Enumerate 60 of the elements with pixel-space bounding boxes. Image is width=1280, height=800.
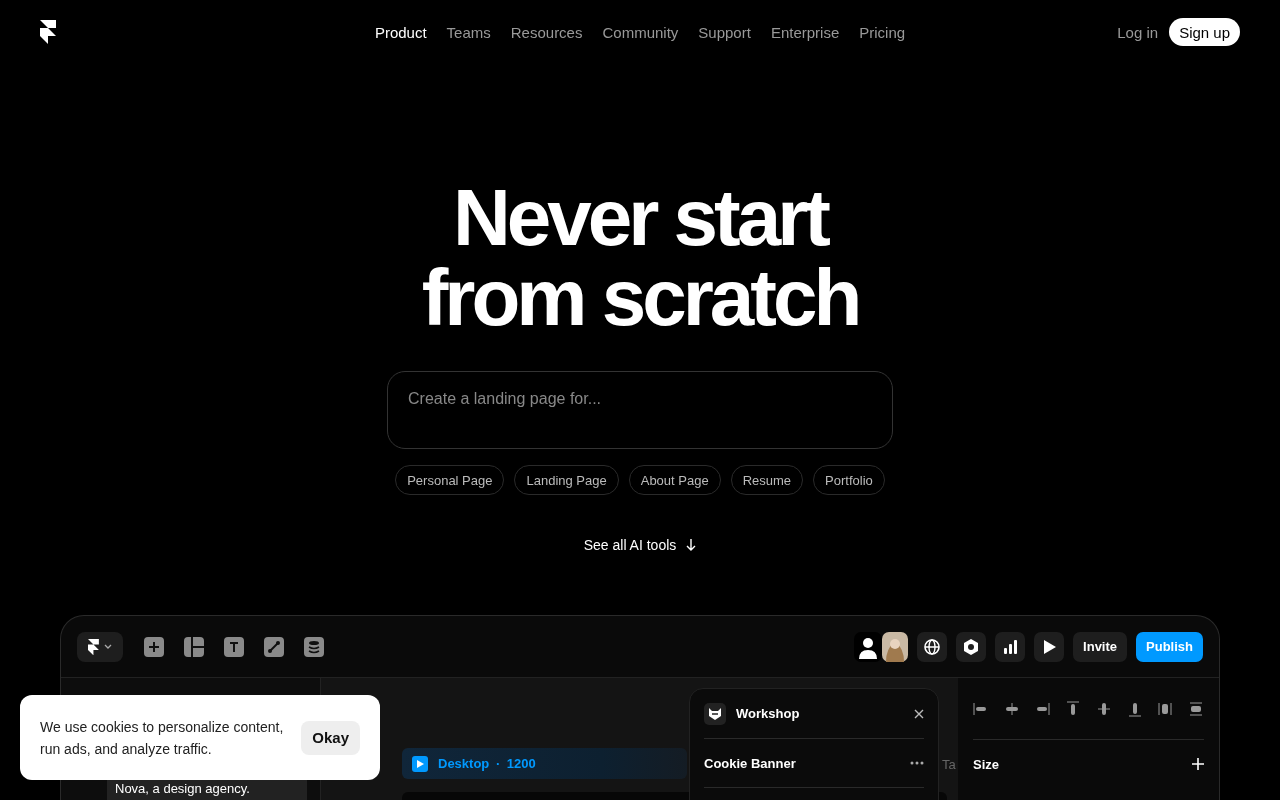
suggestion-chip[interactable]: About Page	[628, 465, 721, 495]
text-tool-icon[interactable]	[224, 636, 244, 657]
signup-button[interactable]: Sign up	[1169, 18, 1240, 46]
bar-chart-button[interactable]	[995, 631, 1026, 662]
nav-link[interactable]: Resources	[510, 23, 583, 41]
hero-title: Never start	[452, 178, 829, 258]
nav-link[interactable]: Enterprise	[770, 23, 840, 41]
close-icon[interactable]	[914, 708, 924, 719]
menu-button[interactable]	[77, 631, 123, 662]
align-icon[interactable]	[1034, 700, 1051, 717]
cat-face-icon	[709, 707, 721, 720]
align-icon[interactable]	[973, 700, 989, 717]
plus-icon[interactable]	[144, 636, 164, 657]
hexagon-button[interactable]	[956, 631, 987, 662]
align-icon[interactable]	[1187, 700, 1204, 717]
play-button[interactable]	[1034, 631, 1065, 662]
nav-link[interactable]: Product	[374, 23, 427, 41]
plus-icon[interactable]	[1192, 758, 1204, 770]
more-icon[interactable]	[910, 761, 924, 765]
align-icon[interactable]	[1095, 700, 1112, 717]
breakpoint-bar[interactable]: Desktop · 1200	[402, 748, 687, 779]
breakpoint-label: Desktop · 1200	[438, 756, 536, 771]
see-all-link[interactable]: See all AI tools	[583, 535, 697, 555]
suggestion-chip[interactable]: Personal Page	[395, 465, 505, 495]
nav-link[interactable]: Support	[698, 23, 751, 41]
invite-button[interactable]: Invite	[1073, 631, 1128, 662]
cookie-message: We use cookies to personalize content, run ads, and analyze traffic.	[40, 717, 285, 759]
bar-chart-icon	[1002, 638, 1019, 655]
logo-icon[interactable]	[40, 20, 56, 44]
layout-icon[interactable]	[184, 636, 204, 657]
login-link[interactable]: Log in	[1117, 23, 1159, 41]
pen-tool-icon[interactable]	[264, 636, 284, 657]
align-icon[interactable]	[1157, 700, 1174, 717]
suggestion-chip[interactable]: Resume	[730, 465, 804, 495]
panel-title: Workshop	[736, 706, 801, 721]
chevron-down-icon	[104, 644, 112, 649]
canvas-label: Ta	[942, 757, 956, 772]
play-icon	[1041, 638, 1058, 655]
prompt-field[interactable]: Create a landing page for...	[387, 371, 893, 449]
nav-link[interactable]: Pricing	[859, 23, 906, 41]
logo-icon	[88, 638, 99, 655]
hexagon-icon	[963, 638, 980, 655]
globe-icon	[924, 638, 941, 655]
nav-link[interactable]: Teams	[446, 23, 491, 41]
nav-link[interactable]: Community	[602, 23, 679, 41]
align-icon[interactable]	[1003, 700, 1020, 717]
database-icon[interactable]	[304, 636, 324, 657]
hero-title: from scratch	[421, 258, 859, 338]
user-avatar-icon	[854, 631, 883, 662]
suggestion-chip[interactable]: Landing Page	[514, 465, 619, 495]
avatar-icon	[882, 631, 909, 662]
section-title: Size	[973, 756, 999, 772]
globe-button[interactable]	[917, 631, 948, 662]
okay-button[interactable]: Okay	[301, 720, 360, 755]
suggestion-chip[interactable]: Portfolio	[813, 465, 885, 495]
align-icon[interactable]	[1065, 700, 1082, 717]
align-icon[interactable]	[1126, 700, 1143, 717]
arrow-down-icon	[686, 539, 697, 551]
play-icon	[412, 755, 428, 772]
component-item[interactable]: Cookie Banner	[704, 755, 796, 771]
